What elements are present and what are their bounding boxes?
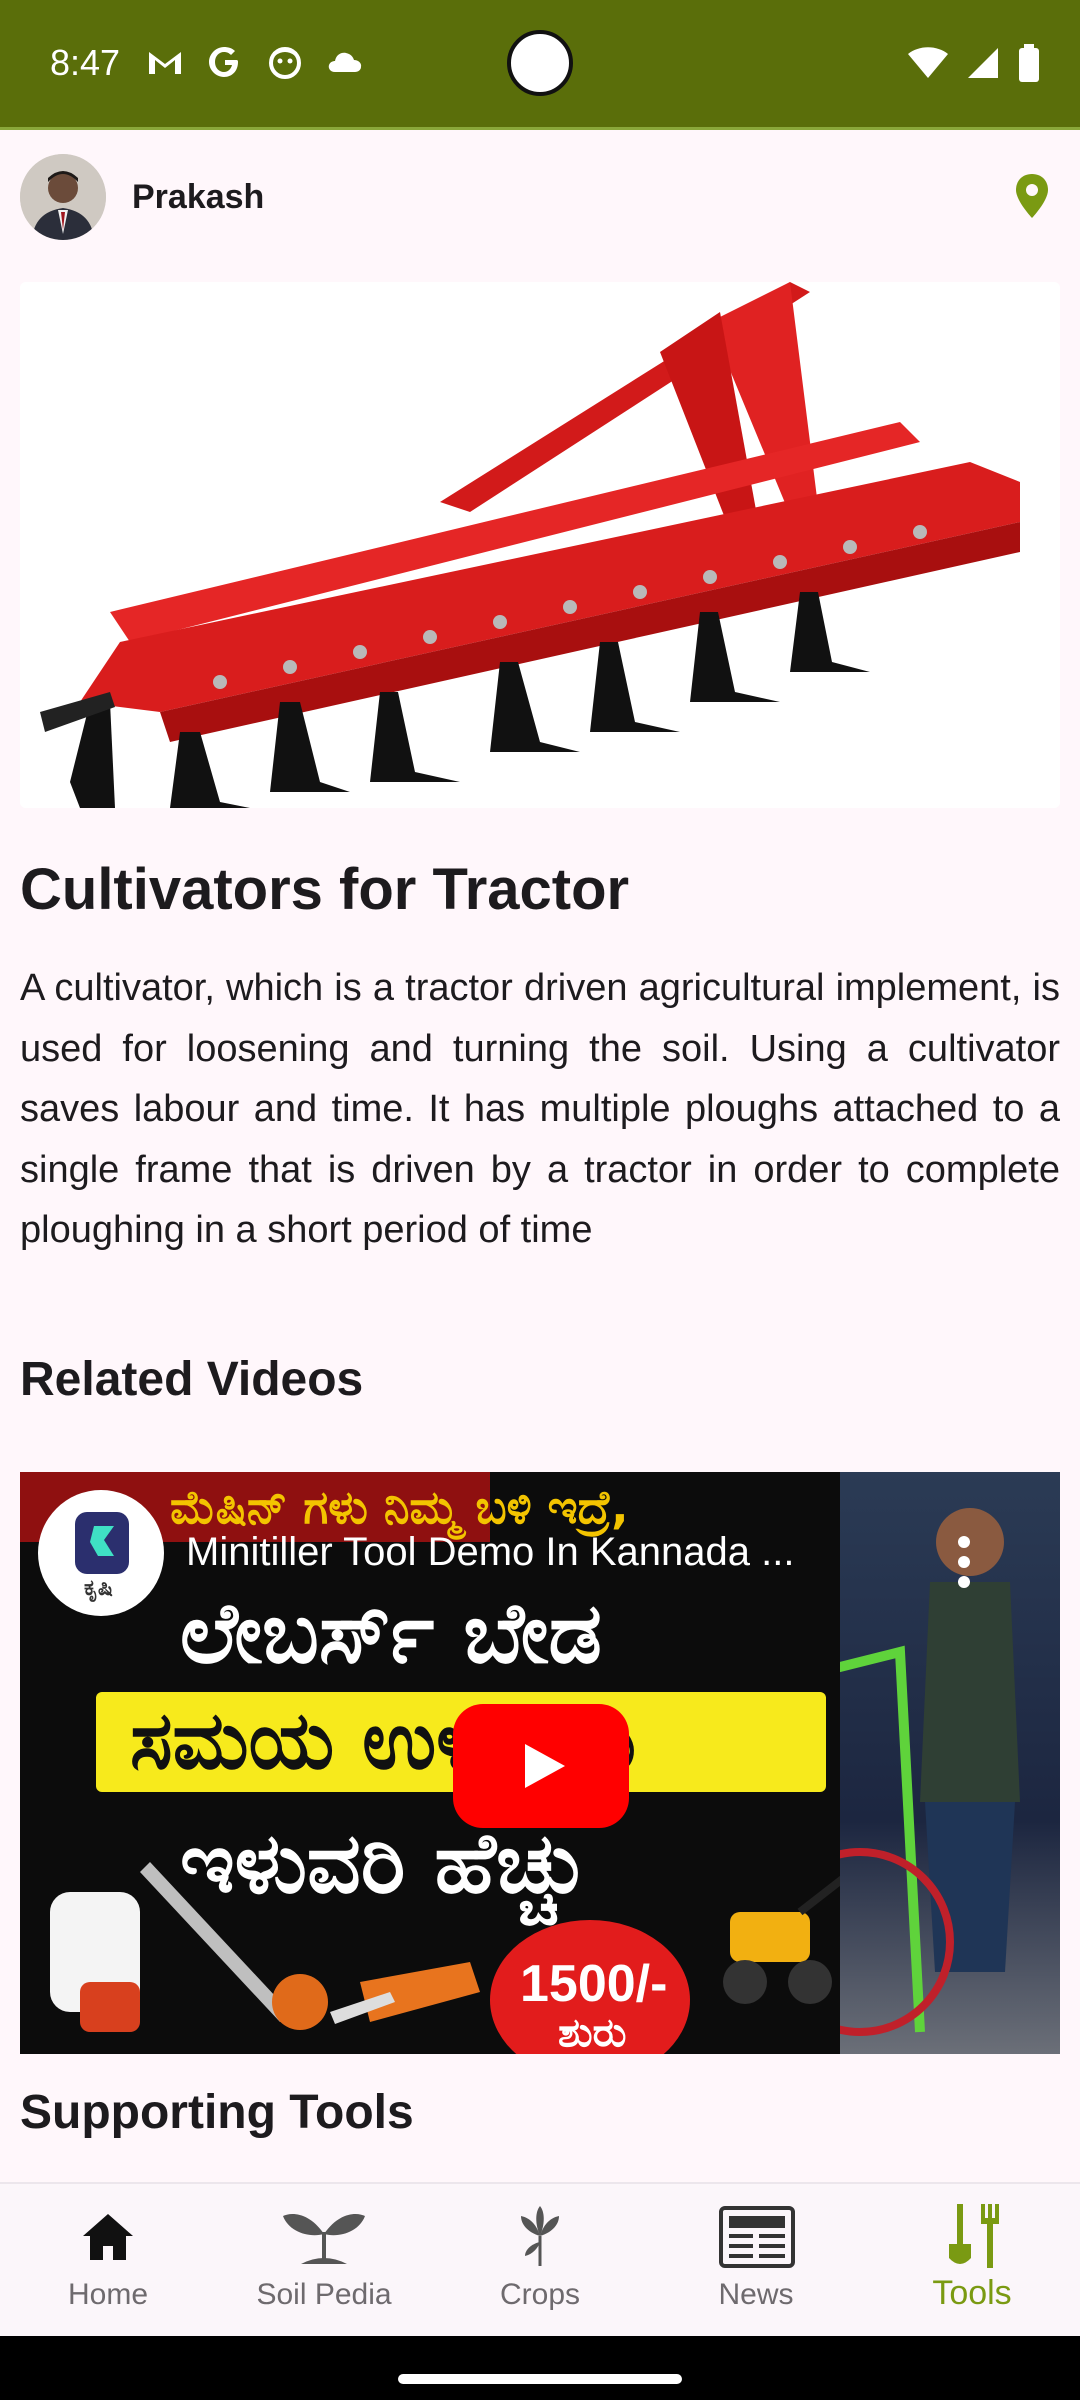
newspaper-icon: [719, 2206, 795, 2268]
tool-image: [20, 282, 1060, 808]
google-icon: [209, 47, 238, 77]
nav-home[interactable]: Home: [0, 2184, 216, 2338]
face-icon: [269, 47, 301, 79]
price-subtext: ಶುರು: [558, 2010, 627, 2054]
page-title: Cultivators for Tractor: [20, 857, 630, 922]
nav-crops-label: Crops: [499, 2278, 581, 2311]
signal-icon: [968, 48, 998, 78]
nav-home-label: Home: [67, 2278, 149, 2311]
channel-logo[interactable]: ಕೃಷಿ: [38, 1490, 164, 1616]
user-name: Prakash: [132, 178, 265, 216]
status-time: 8:47: [50, 42, 121, 83]
camera-cutout: [507, 30, 573, 96]
notification-icons: [146, 44, 364, 80]
status-bar: 8:47: [0, 0, 1080, 130]
plant-icon: [283, 2213, 365, 2264]
tools-collage: [50, 1862, 480, 2032]
video-title[interactable]: Minitiller Tool Demo In Kannada ...: [186, 1530, 794, 1575]
cultivator-illustration: [20, 282, 1060, 808]
wifi-icon: [908, 47, 948, 78]
app-header: Prakash: [0, 140, 1080, 250]
location-pin-icon[interactable]: [1012, 172, 1052, 222]
tools-icon: [949, 2204, 999, 2268]
bottom-navigation: Home Soil Pedia Crops News Tools: [0, 2182, 1080, 2336]
battery-icon: [1019, 44, 1039, 82]
related-videos-heading: Related Videos: [20, 1353, 364, 1406]
nav-soil-pedia-label: Soil Pedia: [256, 2278, 392, 2311]
price-text: 1500/-: [520, 1955, 668, 2013]
play-icon: [525, 1744, 565, 1788]
tiller-machine-image: [723, 1873, 848, 2004]
presenter-image: [766, 1472, 1060, 2054]
tool-description: A cultivator, which is a tractor driven …: [20, 967, 1060, 1251]
nav-news[interactable]: News: [648, 2184, 864, 2338]
system-gesture-bar: [0, 2336, 1080, 2400]
nav-news-label: News: [718, 2278, 794, 2311]
home-gesture-handle[interactable]: [398, 2374, 682, 2384]
avatar[interactable]: [20, 154, 106, 240]
home-icon: [83, 2214, 133, 2260]
more-options-icon[interactable]: [954, 1532, 974, 1592]
cloud-icon: [328, 52, 362, 72]
thumbnail-text-line1: ಮೆಷಿನ್ ಗಳು ನಿಮ್ಮ ಬಳಿ ಇದ್ರೆ,: [170, 1480, 629, 1534]
thumbnail-text-line2: ಲೇಬರ್ಸ್ ಬೇಡ: [180, 1584, 602, 1682]
supporting-tools-heading: Supporting Tools: [20, 2086, 414, 2139]
channel-logo-text: ಕೃಷಿ: [84, 1576, 113, 1601]
crop-icon: [521, 2206, 559, 2266]
nav-crops[interactable]: Crops: [432, 2184, 648, 2338]
nav-tools-label: Tools: [932, 2274, 1012, 2312]
play-button[interactable]: [453, 1704, 629, 1828]
gmail-icon: [149, 52, 181, 74]
system-icons: [908, 44, 1040, 82]
presenter-figure: [766, 1508, 1020, 2036]
profile-photo: [20, 154, 106, 240]
nav-tools[interactable]: Tools: [864, 2184, 1080, 2338]
nav-soil-pedia[interactable]: Soil Pedia: [216, 2184, 432, 2338]
video-player[interactable]: ಮೆಷಿನ್ ಗಳು ನಿಮ್ಮ ಬಳಿ ಇದ್ರೆ, ಲೇಬರ್ಸ್ ಬೇಡ …: [20, 1472, 1060, 2054]
